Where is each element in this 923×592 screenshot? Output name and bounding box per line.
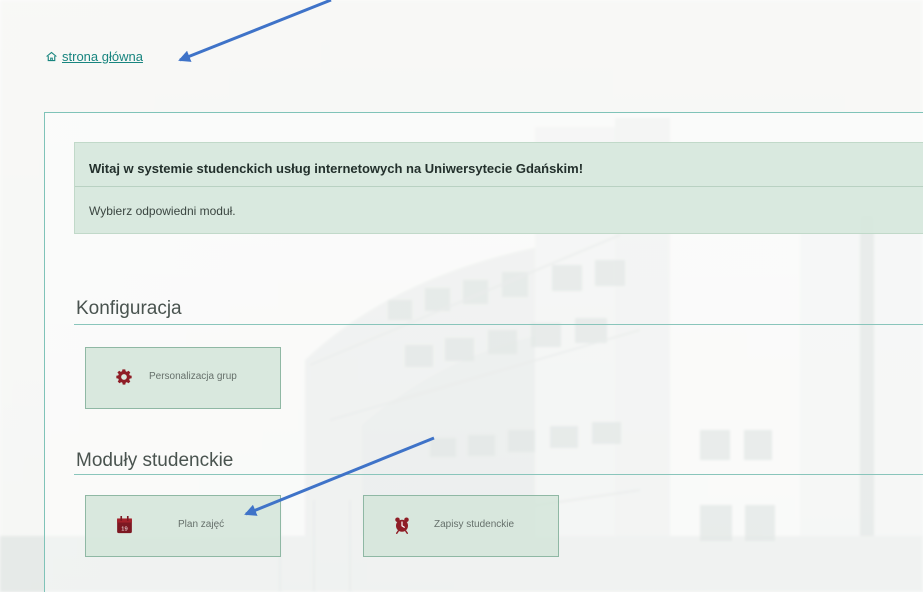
calendar-icon-date: 19 bbox=[121, 527, 127, 533]
welcome-message-box: Witaj w systemie studenckich usług inter… bbox=[74, 142, 923, 234]
calendar-icon: 19 bbox=[115, 516, 133, 534]
welcome-title: Witaj w systemie studenckich usług inter… bbox=[89, 161, 584, 176]
home-link-label: strona główna bbox=[62, 49, 143, 64]
home-icon bbox=[45, 50, 58, 63]
personalizacja-grup-module-button[interactable]: Personalizacja grup bbox=[85, 347, 281, 409]
app-window: strona główna Witaj w systemie studencki… bbox=[0, 0, 923, 592]
plan-zajec-label: Plan zajęć bbox=[178, 519, 225, 530]
zapisy-studenckie-module-button[interactable]: Zapisy studenckie bbox=[363, 495, 559, 557]
home-breadcrumb-link[interactable]: strona główna bbox=[45, 49, 143, 64]
personalizacja-grup-label: Personalizacja grup bbox=[149, 371, 237, 382]
welcome-divider bbox=[75, 186, 923, 187]
arrow-to-home-link bbox=[178, 0, 332, 62]
configuration-section-divider bbox=[74, 324, 923, 325]
configuration-section-title: Konfiguracja bbox=[76, 298, 182, 319]
zapisy-studenckie-label: Zapisy studenckie bbox=[434, 519, 515, 530]
welcome-subtitle: Wybierz odpowiedni moduł. bbox=[89, 204, 236, 218]
student-modules-section-title: Moduły studenckie bbox=[76, 450, 234, 471]
student-modules-section-divider bbox=[74, 474, 923, 475]
alarm-clock-icon bbox=[393, 516, 411, 534]
plan-zajec-module-button[interactable]: 19 Plan zajęć bbox=[85, 495, 281, 557]
gear-icon bbox=[115, 368, 133, 386]
